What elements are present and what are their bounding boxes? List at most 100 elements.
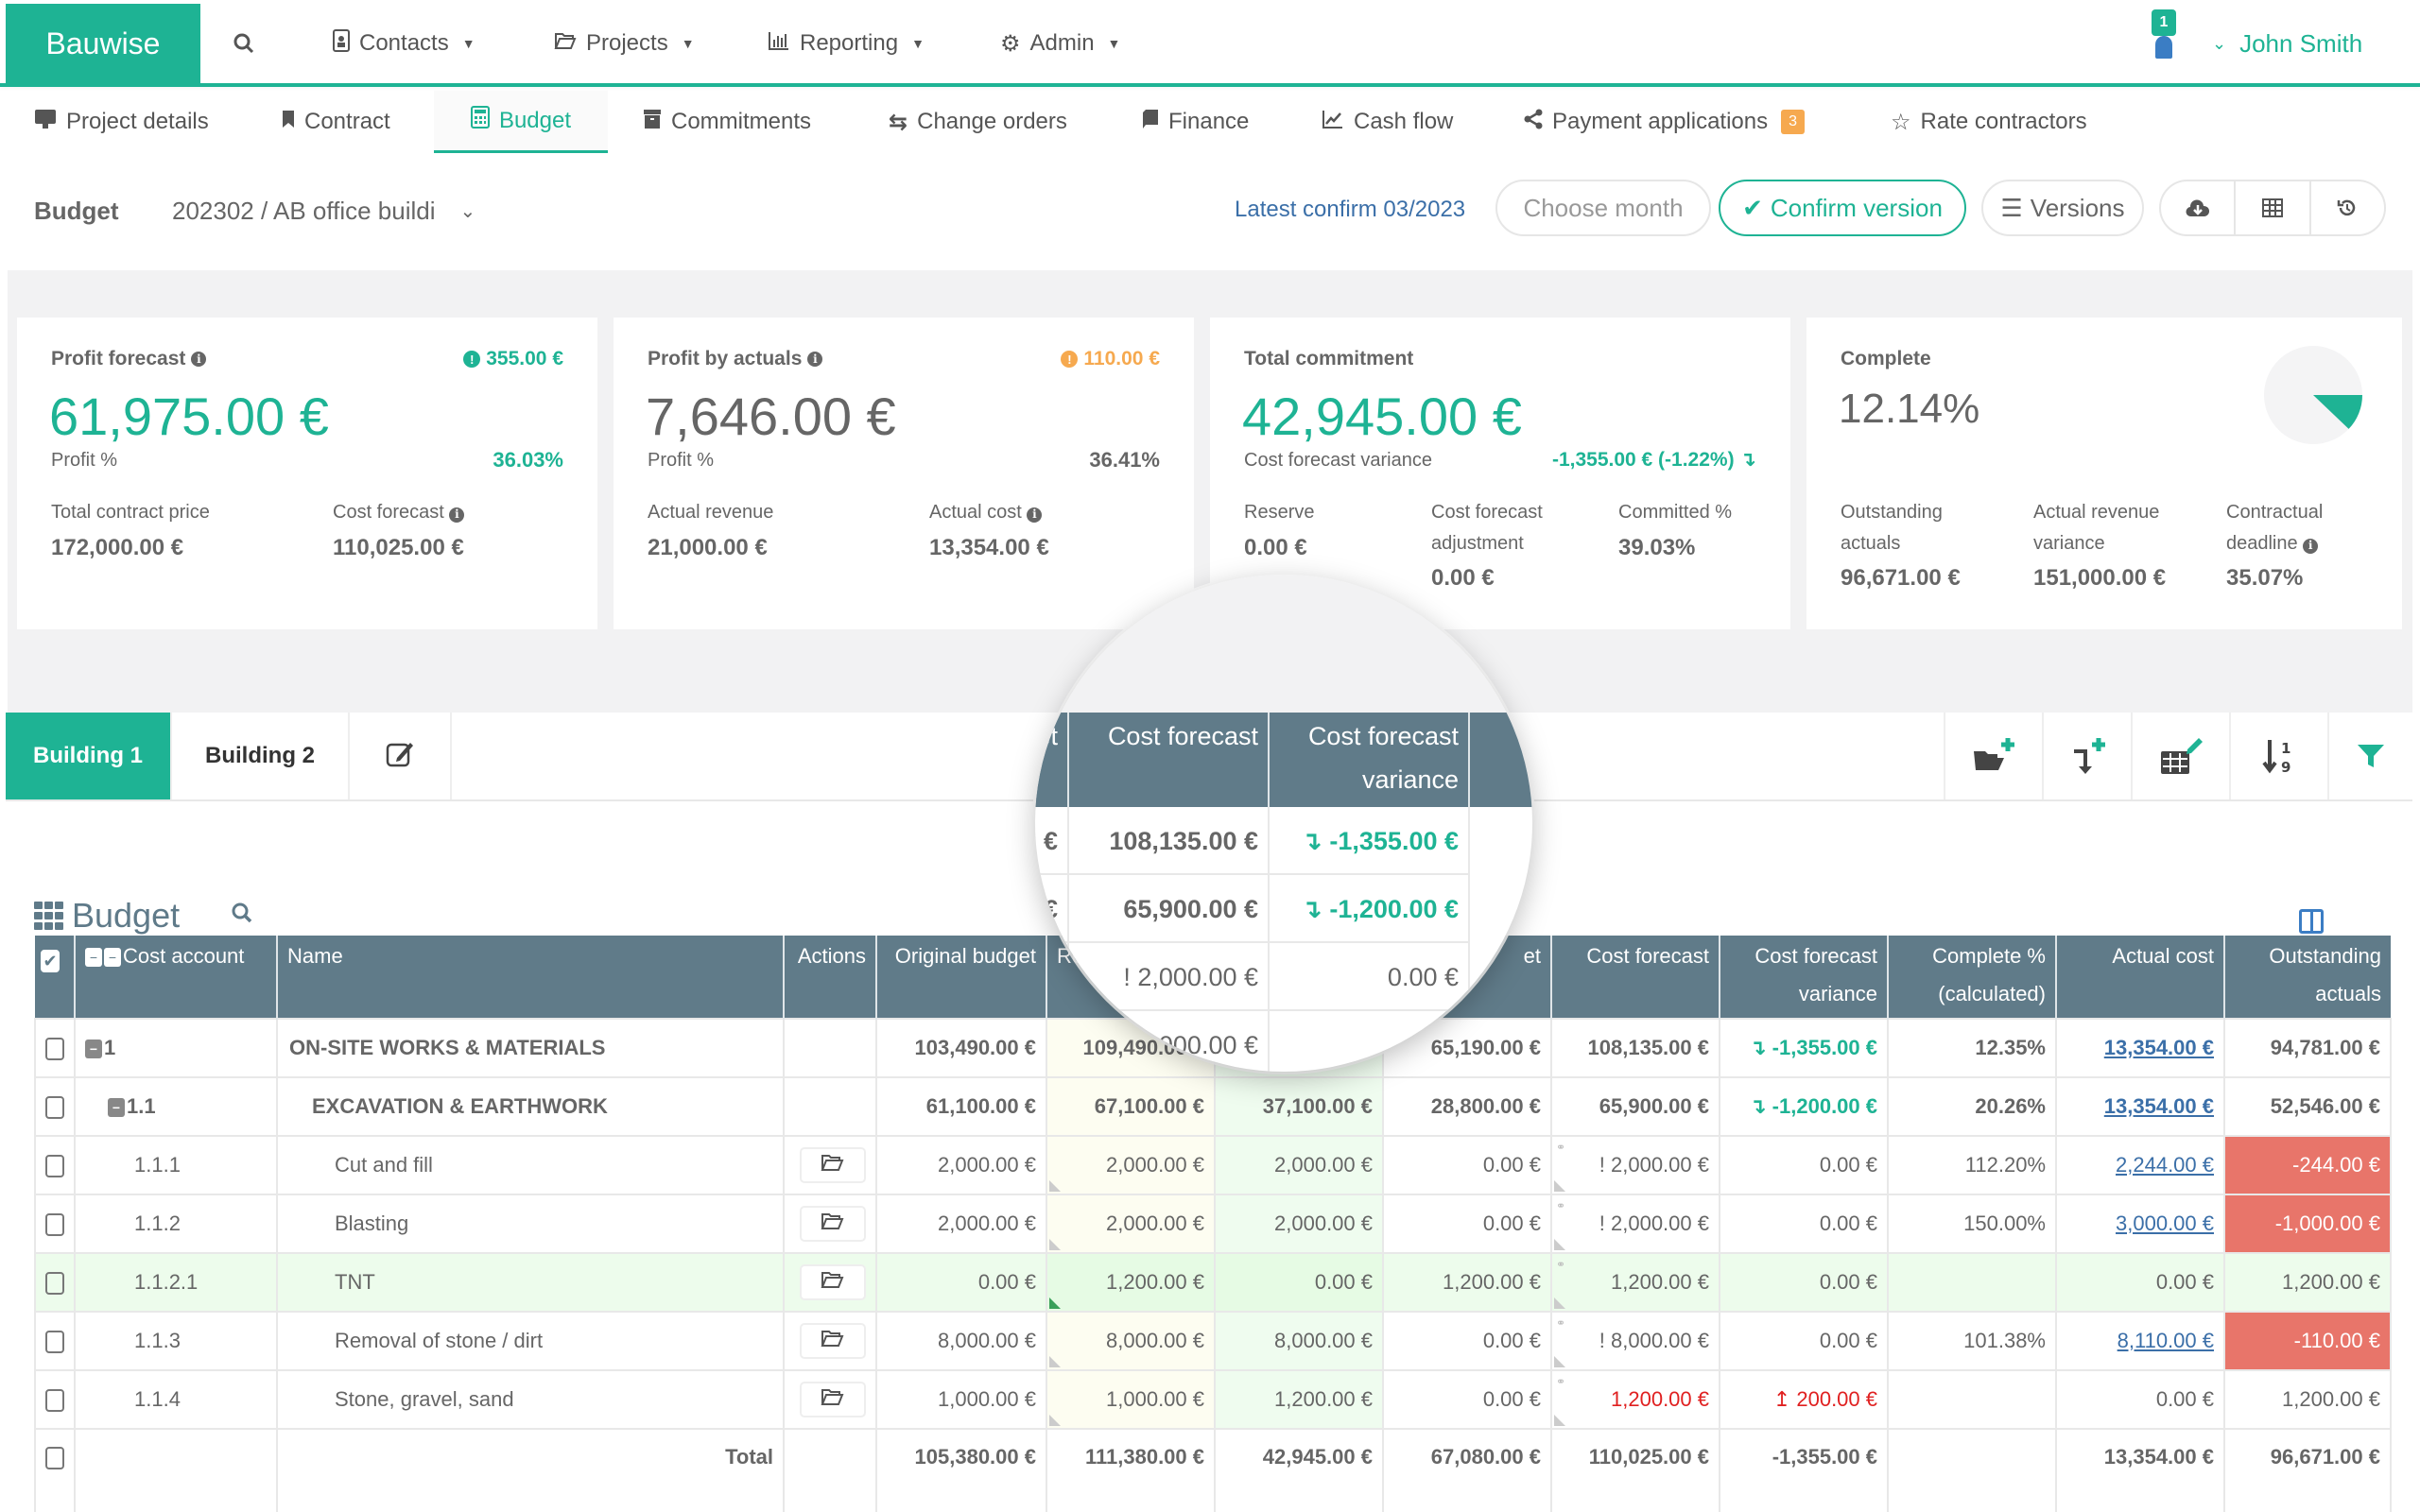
cell-committed[interactable]: 8,000.00 €: [1214, 1311, 1384, 1371]
app-logo[interactable]: Bauwise: [6, 4, 200, 83]
open-folder-button[interactable]: [800, 1323, 866, 1359]
notifications-bell[interactable]: 1: [2146, 9, 2184, 62]
info-icon[interactable]: i: [191, 352, 207, 367]
tab-change-orders[interactable]: ⇆ Change orders: [889, 91, 1067, 153]
cell-revised-budget[interactable]: 1,200.00 €: [1046, 1252, 1216, 1313]
open-folder-button[interactable]: [800, 1147, 866, 1183]
cell-actual-cost[interactable]: 0.00 €: [2055, 1252, 2225, 1313]
col-outstanding-actuals[interactable]: Outstanding actuals: [2224, 936, 2391, 1019]
edit-tabs-button[interactable]: [350, 713, 452, 799]
cell-original-budget[interactable]: 2,000.00 €: [875, 1135, 1047, 1195]
user-menu[interactable]: ⌄ John Smith: [2212, 25, 2362, 62]
history-icon[interactable]: [2311, 181, 2384, 234]
collapse-row-icon[interactable]: −: [85, 1040, 102, 1059]
cell-original-budget[interactable]: 2,000.00 €: [875, 1194, 1047, 1254]
nav-contacts[interactable]: Contacts ▼: [333, 23, 475, 64]
cell-remaining-budget[interactable]: 0.00 €: [1382, 1311, 1552, 1371]
cell-cost-forecast[interactable]: ⚭ ! 2,000.00 €: [1550, 1194, 1720, 1254]
cell-committed[interactable]: 2,000.00 €: [1214, 1194, 1384, 1254]
tab-finance[interactable]: Finance: [1142, 91, 1249, 153]
cell-actual-cost[interactable]: 3,000.00 €: [2055, 1194, 2225, 1254]
table-row[interactable]: 1.1.2 Blasting 2,000.00 € 2,000.00 € 2,000.0…: [34, 1194, 2392, 1254]
edit-table-button[interactable]: [2131, 713, 2229, 799]
table-icon[interactable]: [2236, 181, 2311, 234]
cell-revised-budget[interactable]: 67,100.00 €: [1046, 1076, 1216, 1137]
add-row-button[interactable]: [2042, 713, 2131, 799]
col-name[interactable]: Name: [277, 936, 785, 1019]
cell-original-budget[interactable]: 103,490.00 €: [875, 1018, 1047, 1078]
select-all-checkbox[interactable]: ✔: [35, 936, 76, 1019]
col-original-budget[interactable]: Original budget: [876, 936, 1047, 1019]
cell-name[interactable]: EXCAVATION & EARTHWORK: [276, 1076, 785, 1137]
tab-commitments[interactable]: Commitments: [643, 91, 811, 153]
info-icon[interactable]: i: [449, 507, 465, 523]
cloud-download-icon[interactable]: [2161, 181, 2237, 234]
cell-name[interactable]: Cut and fill: [276, 1135, 785, 1195]
cell-remaining-budget[interactable]: 1,200.00 €: [1382, 1252, 1552, 1313]
cell-cost-forecast[interactable]: ⚭ ! 2,000.00 €: [1550, 1135, 1720, 1195]
tab-payment-applications[interactable]: Payment applications 3: [1524, 91, 1806, 153]
cell-actual-cost[interactable]: 13,354.00 €: [2055, 1018, 2225, 1078]
cell-original-budget[interactable]: 1,000.00 €: [875, 1369, 1047, 1430]
add-folder-button[interactable]: [1944, 713, 2042, 799]
cell-revised-budget[interactable]: 2,000.00 €: [1046, 1135, 1216, 1195]
info-icon[interactable]: i: [1027, 507, 1043, 523]
row-checkbox[interactable]: [34, 1194, 76, 1254]
col-actual-cost[interactable]: Actual cost: [2056, 936, 2225, 1019]
row-checkbox[interactable]: [34, 1369, 76, 1430]
cell-original-budget[interactable]: 8,000.00 €: [875, 1311, 1047, 1371]
nav-projects[interactable]: Projects ▼: [554, 23, 695, 64]
table-row[interactable]: 1.1.2.1 TNT 0.00 € 1,200.00 € 0.00 € 1,200.00…: [34, 1252, 2392, 1313]
tab-project-details[interactable]: Project details: [34, 91, 209, 153]
cell-name[interactable]: Stone, gravel, sand: [276, 1369, 785, 1430]
choose-month-input[interactable]: Choose month: [1495, 180, 1711, 236]
cell-name[interactable]: TNT: [276, 1252, 785, 1313]
cell-original-budget[interactable]: 0.00 €: [875, 1252, 1047, 1313]
cell-cost-forecast[interactable]: 108,135.00 €: [1550, 1018, 1720, 1078]
cell-committed[interactable]: 0.00 €: [1214, 1252, 1384, 1313]
latest-confirm-link[interactable]: Latest confirm 03/2023: [1235, 197, 1465, 223]
table-row[interactable]: −1.1 EXCAVATION & EARTHWORK 61,100.00 € 67,…: [34, 1076, 2392, 1137]
col-cost-forecast-variance[interactable]: Cost forecast variance: [1720, 936, 1889, 1019]
cell-actual-cost[interactable]: 13,354.00 €: [2055, 1076, 2225, 1137]
cell-cost-forecast[interactable]: ⚭ 1,200.00 €: [1550, 1369, 1720, 1430]
col-complete-pct[interactable]: Complete % (calculated): [1888, 936, 2057, 1019]
cell-actual-cost[interactable]: 8,110.00 €: [2055, 1311, 2225, 1371]
cell-actual-cost[interactable]: 2,244.00 €: [2055, 1135, 2225, 1195]
cell-revised-budget[interactable]: 1,000.00 €: [1046, 1369, 1216, 1430]
nav-admin[interactable]: ⚙ Admin ▼: [1000, 23, 1120, 64]
tab-contract[interactable]: Contract: [282, 91, 390, 153]
tab-building-1[interactable]: Building 1: [6, 713, 172, 799]
cell-name[interactable]: Removal of stone / dirt: [276, 1311, 785, 1371]
cell-committed[interactable]: 2,000.00 €: [1214, 1135, 1384, 1195]
actual-cost-link[interactable]: 13,354.00 €: [2104, 1036, 2214, 1059]
nav-reporting[interactable]: Reporting ▼: [768, 23, 925, 64]
tab-building-2[interactable]: Building 2: [172, 713, 350, 799]
cell-revised-budget[interactable]: 8,000.00 €: [1046, 1311, 1216, 1371]
versions-button[interactable]: ☰ Versions: [1981, 180, 2144, 236]
cell-revised-budget[interactable]: 2,000.00 €: [1046, 1194, 1216, 1254]
project-select[interactable]: 202302 / AB office buildi ⌄: [172, 197, 475, 226]
table-search-icon[interactable]: [231, 902, 253, 929]
info-icon[interactable]: i: [807, 352, 823, 367]
table-row[interactable]: 1.1.3 Removal of stone / dirt 8,000.00 € 8,…: [34, 1311, 2392, 1371]
cell-committed[interactable]: 1,200.00 €: [1214, 1369, 1384, 1430]
total-checkbox[interactable]: [34, 1428, 76, 1512]
collapse-all-icon[interactable]: −: [104, 948, 121, 968]
collapse-all-icon[interactable]: −: [85, 948, 102, 968]
cell-cost-forecast[interactable]: ⚭ ! 8,000.00 €: [1550, 1311, 1720, 1371]
tab-budget[interactable]: Budget: [434, 91, 608, 153]
row-checkbox[interactable]: [34, 1076, 76, 1137]
cell-remaining-budget[interactable]: 0.00 €: [1382, 1194, 1552, 1254]
row-checkbox[interactable]: [34, 1018, 76, 1078]
open-folder-button[interactable]: [800, 1264, 866, 1300]
col-cost-forecast[interactable]: Cost forecast: [1551, 936, 1720, 1019]
tab-cash-flow[interactable]: Cash flow: [1322, 91, 1453, 153]
row-checkbox[interactable]: [34, 1311, 76, 1371]
table-row[interactable]: 1.1.4 Stone, gravel, sand 1,000.00 € 1,000.…: [34, 1369, 2392, 1430]
actual-cost-link[interactable]: 8,110.00 €: [2118, 1329, 2214, 1352]
col-cost-account[interactable]: − − Cost account: [75, 936, 278, 1019]
column-split-icon[interactable]: [2299, 909, 2324, 934]
open-folder-button[interactable]: [800, 1382, 866, 1418]
tab-rate-contractors[interactable]: ☆ Rate contractors: [1891, 91, 2087, 153]
